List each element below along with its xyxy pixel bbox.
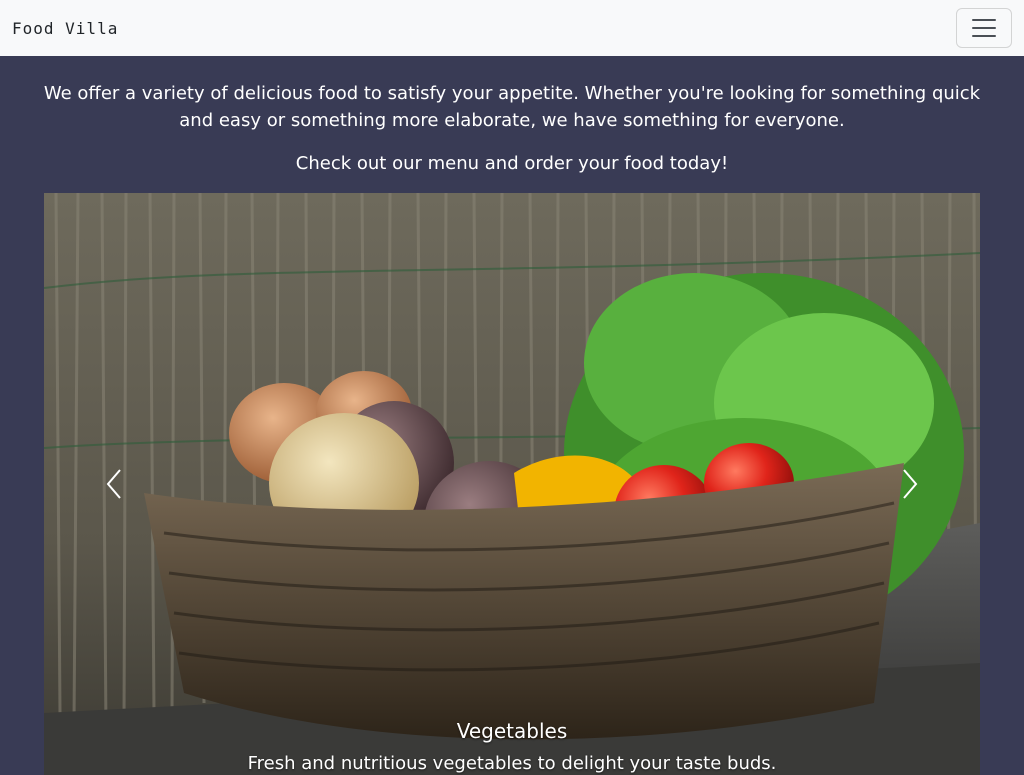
brand-logo[interactable]: Food Villa (12, 19, 118, 38)
hamburger-menu-icon (972, 19, 996, 37)
carousel: Vegetables Fresh and nutritious vegetabl… (44, 193, 980, 775)
carousel-next-button[interactable] (840, 193, 980, 775)
carousel-caption: Vegetables Fresh and nutritious vegetabl… (44, 713, 980, 775)
navbar-toggler-button[interactable] (956, 8, 1012, 48)
cta-text: Check out our menu and order your food t… (295, 153, 729, 174)
intro-text: We offer a variety of delicious food to … (43, 83, 981, 131)
carousel-prev-button[interactable] (44, 193, 184, 775)
chevron-right-icon (903, 469, 918, 499)
navbar: Food Villa (0, 0, 1024, 56)
chevron-left-icon (106, 469, 121, 499)
slide-title: Vegetables (456, 719, 568, 743)
slide-text: Fresh and nutritious vegetables to delig… (247, 753, 777, 774)
